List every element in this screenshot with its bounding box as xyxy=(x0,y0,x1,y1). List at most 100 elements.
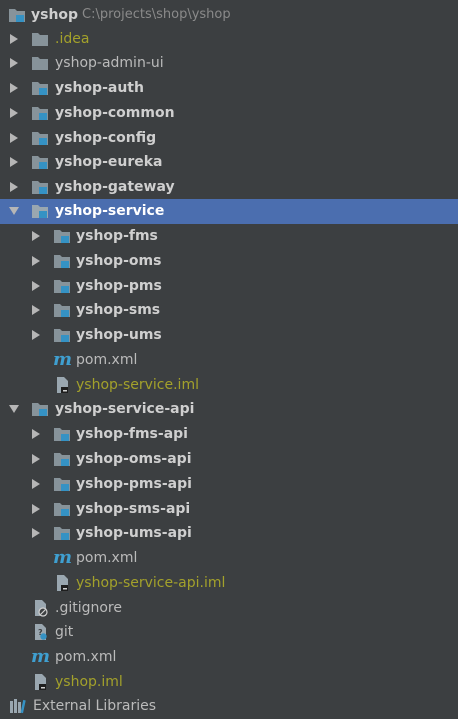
tree-row-ums[interactable]: yshop-ums xyxy=(0,323,458,348)
tree-item-label: yshop-service.iml xyxy=(76,377,199,393)
tree-row-gateway[interactable]: yshop-gateway xyxy=(0,175,458,200)
iml-file-icon xyxy=(31,673,49,691)
tree-row-ums-api[interactable]: yshop-ums-api xyxy=(0,521,458,546)
iml-file-icon xyxy=(53,574,71,592)
tree-item-label: yshop-admin-ui xyxy=(55,55,164,71)
module-folder-icon xyxy=(31,178,49,196)
tree-row-service-api-pom[interactable]: m pom.xml xyxy=(0,546,458,571)
tree-row-eureka[interactable]: yshop-eureka xyxy=(0,150,458,175)
chevron-right-icon[interactable] xyxy=(30,503,42,515)
tree-item-label: yshop-eureka xyxy=(55,154,163,170)
tree-item-label: pom.xml xyxy=(76,550,138,566)
chevron-right-icon[interactable] xyxy=(8,57,20,69)
chevron-down-icon[interactable] xyxy=(8,205,20,217)
tree-row-pms[interactable]: yshop-pms xyxy=(0,274,458,299)
module-folder-icon xyxy=(53,277,71,295)
module-folder-icon xyxy=(53,252,71,270)
chevron-right-icon[interactable] xyxy=(8,33,20,45)
tree-row-fms-api[interactable]: yshop-fms-api xyxy=(0,422,458,447)
tree-item-label: yshop-oms xyxy=(76,253,162,269)
chevron-right-icon[interactable] xyxy=(8,107,20,119)
chevron-right-icon[interactable] xyxy=(8,156,20,168)
tree-item-label: yshop-service xyxy=(55,203,165,219)
tree-row-oms[interactable]: yshop-oms xyxy=(0,249,458,274)
chevron-right-icon[interactable] xyxy=(30,230,42,242)
tree-item-label: yshop-config xyxy=(55,130,157,146)
tree-row-sms-api[interactable]: yshop-sms-api xyxy=(0,497,458,522)
module-folder-icon xyxy=(31,202,49,220)
module-folder-icon xyxy=(53,326,71,344)
tree-item-label: yshop-ums-api xyxy=(76,525,192,541)
module-folder-icon xyxy=(8,6,26,24)
tree-item-label: yshop-pms xyxy=(76,278,162,294)
maven-icon: m xyxy=(31,646,51,667)
tree-row-service[interactable]: yshop-service xyxy=(0,199,458,224)
chevron-right-icon[interactable] xyxy=(30,255,42,267)
tree-item-label: pom.xml xyxy=(76,352,138,368)
tree-row-common[interactable]: yshop-common xyxy=(0,101,458,126)
module-folder-icon xyxy=(53,301,71,319)
chevron-right-icon[interactable] xyxy=(8,181,20,193)
tree-item-label: yshop-sms xyxy=(76,302,161,318)
tree-item-label: yshop-service-api xyxy=(55,401,195,417)
tree-row-git[interactable]: ? git xyxy=(0,620,458,645)
chevron-right-icon[interactable] xyxy=(30,304,42,316)
chevron-right-icon[interactable] xyxy=(30,329,42,341)
project-tree: yshop C:\projects\shop\yshop .idea yshop… xyxy=(0,0,458,718)
tree-item-label: yshop-pms-api xyxy=(76,476,192,492)
chevron-right-icon[interactable] xyxy=(30,428,42,440)
tree-item-label: yshop-ums xyxy=(76,327,162,343)
tree-row-sms[interactable]: yshop-sms xyxy=(0,298,458,323)
tree-item-label: pom.xml xyxy=(55,649,117,665)
tree-item-label: External Libraries xyxy=(33,698,156,714)
folder-icon xyxy=(31,30,49,48)
tree-row-gitignore[interactable]: .gitignore xyxy=(0,596,458,621)
tree-row-project-root[interactable]: yshop C:\projects\shop\yshop xyxy=(0,3,458,28)
module-folder-icon xyxy=(53,500,71,518)
chevron-down-icon[interactable] xyxy=(8,403,20,415)
chevron-right-icon[interactable] xyxy=(30,280,42,292)
module-folder-icon xyxy=(31,104,49,122)
gitignore-file-icon: ? xyxy=(31,623,49,641)
tree-row-yshop-iml[interactable]: yshop.iml xyxy=(0,670,458,695)
chevron-right-icon[interactable] xyxy=(30,478,42,490)
tree-row-admin-ui[interactable]: yshop-admin-ui xyxy=(0,51,458,76)
tree-item-label: yshop-common xyxy=(55,105,175,121)
tree-item-label: .idea xyxy=(55,31,90,47)
chevron-right-icon[interactable] xyxy=(8,82,20,94)
tree-row-root-pom[interactable]: m pom.xml xyxy=(0,645,458,670)
chevron-right-icon[interactable] xyxy=(30,527,42,539)
chevron-right-icon[interactable] xyxy=(30,453,42,465)
module-folder-icon xyxy=(31,400,49,418)
module-folder-icon xyxy=(53,475,71,493)
module-folder-icon xyxy=(53,450,71,468)
tree-row-service-api[interactable]: yshop-service-api xyxy=(0,397,458,422)
iml-file-icon xyxy=(53,376,71,394)
tree-row-config[interactable]: yshop-config xyxy=(0,126,458,151)
project-name: yshop xyxy=(31,7,79,23)
tree-row-oms-api[interactable]: yshop-oms-api xyxy=(0,447,458,472)
maven-icon: m xyxy=(53,349,73,370)
tree-row-pms-api[interactable]: yshop-pms-api xyxy=(0,472,458,497)
tree-row-service-api-iml[interactable]: yshop-service-api.iml xyxy=(0,571,458,596)
module-folder-icon xyxy=(31,153,49,171)
tree-item-label: yshop-sms-api xyxy=(76,501,191,517)
tree-row-service-pom[interactable]: m pom.xml xyxy=(0,348,458,373)
tree-item-label: yshop-oms-api xyxy=(76,451,192,467)
tree-item-label: git xyxy=(55,624,74,640)
tree-item-label: yshop-gateway xyxy=(55,179,175,195)
chevron-right-icon[interactable] xyxy=(8,132,20,144)
tree-item-label: yshop.iml xyxy=(55,674,123,690)
tree-item-label: yshop-fms xyxy=(76,228,158,244)
tree-row-service-iml[interactable]: yshop-service.iml xyxy=(0,373,458,398)
external-libraries-icon xyxy=(8,697,26,715)
folder-icon xyxy=(31,54,49,72)
tree-row-idea[interactable]: .idea xyxy=(0,27,458,52)
tree-row-external-libraries[interactable]: External Libraries xyxy=(0,694,458,719)
tree-row-fms[interactable]: yshop-fms xyxy=(0,224,458,249)
module-folder-icon xyxy=(31,129,49,147)
tree-item-label: yshop-fms-api xyxy=(76,426,188,442)
module-folder-icon xyxy=(53,227,71,245)
module-folder-icon xyxy=(53,425,71,443)
tree-row-auth[interactable]: yshop-auth xyxy=(0,76,458,101)
